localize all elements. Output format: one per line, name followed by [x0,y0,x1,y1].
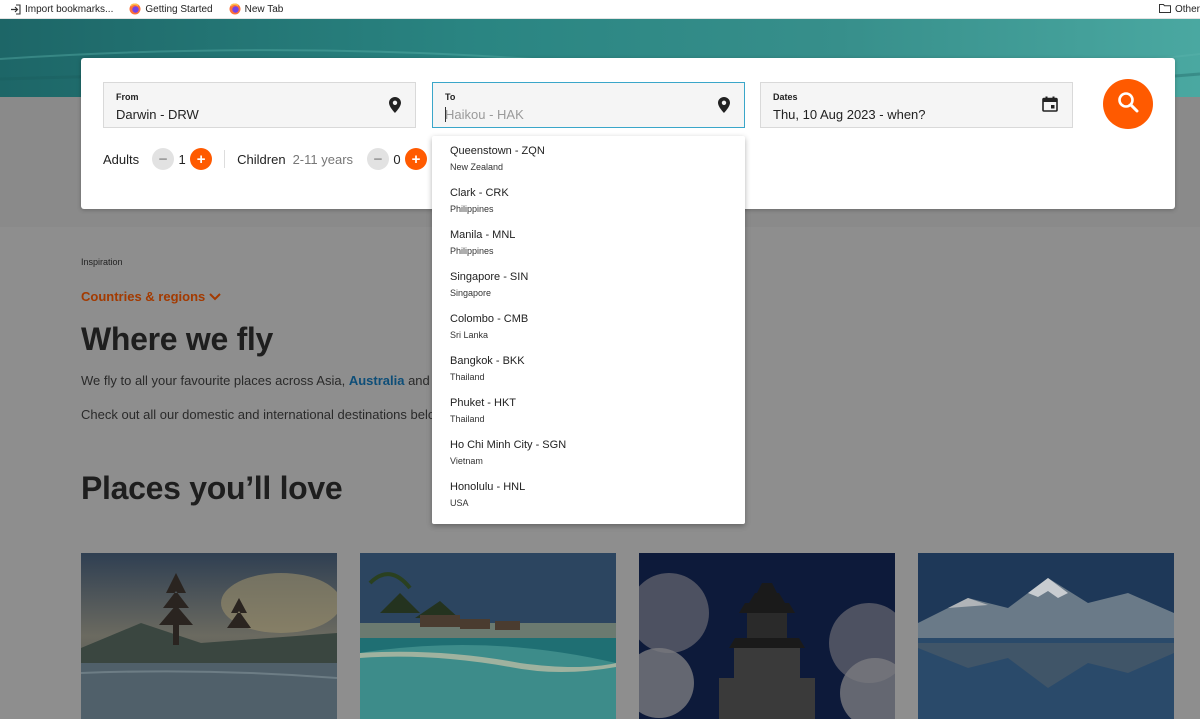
option-city: Bangkok - BKK [450,355,525,367]
option-country: New Zealand [450,162,504,172]
option-country: USA [450,498,469,508]
dropdown-option[interactable]: Bangkok - BKK Thailand [432,354,745,396]
option-country: Vietnam [450,456,483,466]
option-country: Philippines [450,246,494,256]
option-country: Sri Lanka [450,330,489,340]
adults-decrement-button[interactable]: − [152,148,175,170]
dropdown-option[interactable]: Clark - CRK Philippines [432,186,745,228]
dropdown-option[interactable]: Queenstown - ZQN New Zealand [432,144,745,186]
from-field[interactable]: From Darwin - DRW [103,82,416,128]
location-pin-icon [389,97,401,118]
option-country: Philippines [450,204,494,214]
children-age-range: 2-11 years [292,151,354,167]
option-city: Ho Chi Minh City - SGN [450,439,567,451]
option-city: Honolulu - HNL [450,481,526,493]
search-button[interactable] [1103,79,1153,129]
option-city: Singapore - SIN [450,271,529,283]
import-icon [10,3,21,15]
from-label: From [116,92,139,102]
dates-value: Thu, 10 Aug 2023 - when? [773,107,926,122]
firefox-icon [229,3,241,15]
search-icon [1117,91,1139,118]
option-city: Colombo - CMB [450,313,529,325]
dropdown-option[interactable]: Singapore - SIN Singapore [432,270,745,312]
dates-label: Dates [773,92,798,102]
divider [224,150,226,168]
dates-field[interactable]: Dates Thu, 10 Aug 2023 - when? [760,82,1073,128]
dropdown-option[interactable]: Colombo - CMB Sri Lanka [432,312,745,354]
firefox-icon [129,3,141,15]
bookmark-label: Getting Started [145,3,213,15]
adults-label: Adults [103,151,140,167]
folder-icon [1158,3,1171,16]
to-input[interactable]: Haikou - HAK [445,107,524,122]
bookmark-label: New Tab [244,3,284,15]
children-stepper: − 0 + [367,148,428,170]
bookmark-getting-started[interactable]: Getting Started [129,3,213,15]
children-count: 0 [393,151,401,167]
from-value: Darwin - DRW [116,107,199,122]
adults-stepper: − 1 + [152,148,213,170]
adults-count: 1 [178,151,186,167]
to-label: To [445,92,456,102]
adults-increment-button[interactable]: + [190,148,213,170]
option-country: Thailand [450,414,485,424]
dropdown-option[interactable]: Phuket - HKT Thailand [432,396,745,438]
children-label: Children [237,151,286,167]
dropdown-option[interactable]: Ho Chi Minh City - SGN Vietnam [432,438,745,480]
dropdown-option[interactable]: Honolulu - HNL USA [432,480,745,522]
bookmarks-bar: Import bookmarks... Getting Started New … [0,0,1200,19]
passenger-selector: Adults − 1 + Children 2-11 years − 0 + [103,148,428,170]
dropdown-option[interactable]: Manila - MNL Philippines [432,228,745,270]
option-city: Clark - CRK [450,187,509,199]
bookmark-new-tab[interactable]: New Tab [229,3,284,15]
to-field[interactable]: To Haikou - HAK [432,82,745,128]
option-country: Singapore [450,288,492,298]
destination-dropdown: Queenstown - ZQN New Zealand Clark - CRK… [432,136,745,524]
calendar-icon [1042,96,1058,117]
option-country: Thailand [450,372,485,382]
option-city: Manila - MNL [450,229,516,241]
other-bookmarks-label: Other [1174,4,1200,15]
option-city: Queenstown - ZQN [450,145,545,157]
children-increment-button[interactable]: + [405,148,428,170]
location-pin-icon [718,97,730,118]
other-bookmarks[interactable]: Other [1158,0,1200,19]
option-city: Phuket - HKT [450,397,517,409]
children-decrement-button[interactable]: − [367,148,390,170]
bookmark-label: Import bookmarks... [25,3,114,15]
bookmark-import[interactable]: Import bookmarks... [10,4,113,15]
